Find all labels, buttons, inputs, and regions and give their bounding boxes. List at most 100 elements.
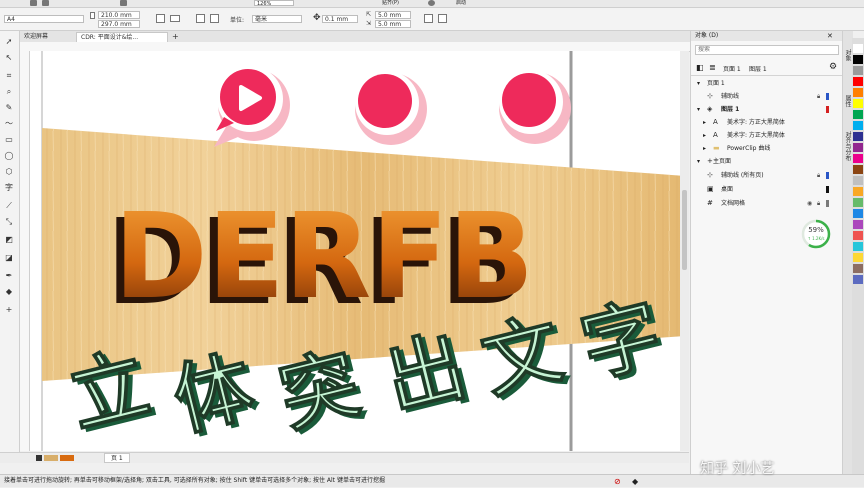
transparency-tool-icon[interactable]: ◪: [4, 253, 14, 262]
docker-tab-align[interactable]: 对齐与分布: [844, 131, 852, 161]
tree-row[interactable]: ▾ + 主页面: [691, 155, 843, 168]
zoom-field[interactable]: 126%: [254, 0, 294, 7]
palette-swatch[interactable]: [853, 99, 863, 108]
ellipse-tool-icon[interactable]: ◯: [4, 151, 14, 160]
expand-arrow[interactable]: ▸: [703, 116, 706, 129]
snap-menu[interactable]: 贴齐(P): [382, 0, 399, 6]
tree-row[interactable]: ▾ 页面 1: [691, 77, 843, 90]
tree-row[interactable]: ▸ A 美术字: 方正大黑简体: [691, 129, 843, 142]
vertical-ruler[interactable]: [20, 51, 30, 451]
text-tool-icon[interactable]: 字: [4, 183, 14, 192]
zoom-tool-icon[interactable]: ⌕: [4, 87, 14, 96]
new-tab-button[interactable]: +: [168, 32, 182, 42]
palette-swatch[interactable]: [853, 121, 863, 130]
lock-icon[interactable]: 🔒︎: [817, 90, 820, 103]
lock-icon[interactable]: 🔒︎: [817, 197, 820, 210]
expand-arrow[interactable]: ▾: [697, 77, 700, 90]
expand-arrow[interactable]: ▸: [703, 142, 706, 155]
fill-indicator-icon[interactable]: ◆: [632, 476, 638, 488]
close-icon[interactable]: ✕: [827, 32, 833, 40]
palette-swatch[interactable]: [853, 242, 863, 251]
palette-swatch[interactable]: [853, 176, 863, 185]
fill-none-icon[interactable]: ⊘: [614, 476, 621, 488]
shadow-tool-icon[interactable]: ◩: [4, 235, 14, 244]
page-size-select[interactable]: A4: [4, 15, 84, 23]
palette-swatch[interactable]: [853, 132, 863, 141]
docker-tab-properties[interactable]: 属性: [844, 95, 852, 107]
shape-tool-icon[interactable]: ↖: [4, 53, 14, 62]
palette-swatch[interactable]: [853, 253, 863, 262]
expand-arrow[interactable]: ▾: [697, 155, 700, 168]
palette-swatch[interactable]: [853, 154, 863, 163]
tree-row[interactable]: ⊹ 辅助线 🔒︎: [691, 90, 843, 103]
visibility-icon[interactable]: ◉: [807, 197, 812, 210]
landscape-icon[interactable]: [170, 15, 180, 22]
palette-swatch[interactable]: [853, 187, 863, 196]
stack-icon[interactable]: ≣: [709, 63, 716, 72]
guides-icon: ⊹: [707, 92, 713, 100]
tree-row[interactable]: ▸ ▬ PowerClip 曲线: [691, 142, 843, 155]
rectangle-tool-icon[interactable]: ▭: [4, 135, 14, 144]
page-width-field[interactable]: 210.0 mm: [98, 11, 140, 19]
lock-icon[interactable]: 🔒︎: [817, 169, 820, 182]
fill-tool-icon[interactable]: ◆: [4, 287, 14, 296]
drawing-canvas[interactable]: DERFB DERFB 立 立 体 体 突 突 出 出 文 文 字 字: [30, 51, 689, 451]
launch-menu[interactable]: 启动: [456, 0, 466, 6]
docker-tab-objects[interactable]: 对象: [844, 49, 852, 61]
palette-swatch[interactable]: [853, 275, 863, 284]
save-icon[interactable]: [30, 0, 37, 6]
portrait-icon[interactable]: [156, 14, 165, 23]
add-tool-icon[interactable]: +: [4, 305, 14, 314]
expand-arrow[interactable]: ▸: [703, 129, 706, 142]
fill-swatch-black[interactable]: [36, 455, 42, 461]
palette-swatch[interactable]: [853, 264, 863, 273]
tree-row[interactable]: ▣ 桌面: [691, 183, 843, 196]
palette-swatch[interactable]: [853, 231, 863, 240]
fill-swatch-orange[interactable]: [60, 455, 74, 461]
eyedropper-tool-icon[interactable]: ✒: [4, 271, 14, 280]
all-pages-icon[interactable]: [196, 14, 205, 23]
crop-tool-icon[interactable]: ⌗: [4, 71, 14, 80]
freehand-tool-icon[interactable]: ✎: [4, 103, 14, 112]
palette-swatch[interactable]: [853, 220, 863, 229]
palette-swatch[interactable]: [853, 88, 863, 97]
palette-swatch[interactable]: [853, 209, 863, 218]
page-tab[interactable]: 页 1: [104, 453, 130, 463]
layers-icon[interactable]: ◧: [696, 63, 704, 72]
duplicate-y-field[interactable]: 5.0 mm: [375, 20, 411, 28]
tree-row[interactable]: ▸ A 美术字: 方正大黑简体: [691, 116, 843, 129]
tree-row[interactable]: # 文档网格 ◉ 🔒︎: [691, 197, 843, 210]
page-height-field[interactable]: 297.0 mm: [98, 20, 140, 28]
units-select[interactable]: 毫米: [252, 15, 302, 23]
gear-icon[interactable]: ⚙: [829, 62, 837, 72]
palette-swatch[interactable]: [853, 198, 863, 207]
polygon-tool-icon[interactable]: ⬡: [4, 167, 14, 176]
import-icon[interactable]: [120, 0, 127, 6]
pick-tool-icon[interactable]: ➚: [4, 37, 14, 46]
tree-row[interactable]: ▾ ◈ 图层 1: [691, 103, 843, 116]
vertical-scroll-thumb[interactable]: [682, 190, 687, 270]
palette-swatch[interactable]: [853, 44, 863, 53]
parallel-dimension-icon[interactable]: ⟋: [4, 201, 14, 210]
units-grid-icon[interactable]: [424, 14, 433, 23]
print-icon[interactable]: [42, 0, 49, 6]
current-page-icon[interactable]: [210, 14, 219, 23]
gear-icon[interactable]: [428, 0, 435, 6]
palette-swatch[interactable]: [853, 165, 863, 174]
palette-swatch[interactable]: [853, 66, 863, 75]
palette-swatch[interactable]: [853, 110, 863, 119]
nudge-field[interactable]: 0.1 mm: [322, 15, 358, 23]
tab-welcome[interactable]: 欢迎屏幕: [20, 32, 76, 42]
expand-arrow[interactable]: ▾: [697, 103, 700, 116]
tree-row[interactable]: ⊹ 辅助线 (所有页) 🔒︎: [691, 169, 843, 182]
bleed-icon[interactable]: [438, 14, 447, 23]
connector-tool-icon[interactable]: ⤡: [4, 217, 14, 226]
duplicate-x-field[interactable]: 5.0 mm: [375, 11, 411, 19]
fill-swatch-wood[interactable]: [44, 455, 58, 461]
tab-document[interactable]: CDR: 平面设计&绘...: [76, 32, 168, 42]
palette-swatch[interactable]: [853, 143, 863, 152]
search-input[interactable]: [695, 45, 839, 55]
artistic-media-icon[interactable]: 〜: [4, 119, 14, 128]
palette-swatch[interactable]: [853, 55, 863, 64]
palette-swatch[interactable]: [853, 77, 863, 86]
